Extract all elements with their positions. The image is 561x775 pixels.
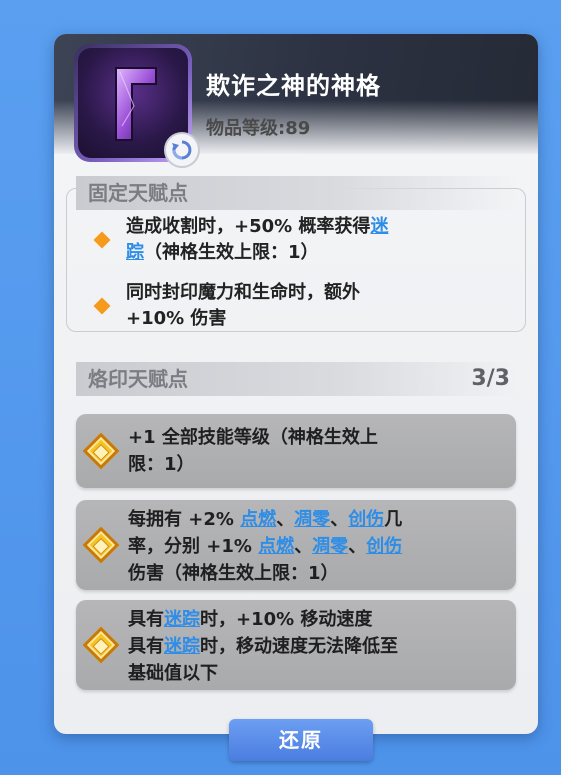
separator: 、 xyxy=(348,536,367,557)
fixed-talent-text: +10% 伤害 xyxy=(126,308,227,329)
link-chuangshang[interactable]: 创伤 xyxy=(348,509,384,530)
link-mizong[interactable]: 迷踪 xyxy=(164,636,200,657)
link-mizong[interactable]: 迷 xyxy=(370,216,388,237)
fixed-talent-text: 同时封印魔力和生命时，额外 xyxy=(126,282,360,303)
rune-line: 伤害（神格生效上限：1） xyxy=(128,563,339,584)
link-mizong[interactable]: 迷踪 xyxy=(164,609,200,630)
separator: 、 xyxy=(330,509,349,530)
rune-text: +1 全部技能等级（神格生效上 限：1） xyxy=(128,424,500,478)
item-glyph-icon xyxy=(115,67,157,141)
rune-line: 具有 xyxy=(128,636,164,657)
rune-line: 基础值以下 xyxy=(128,663,218,684)
link-dianran[interactable]: 点燃 xyxy=(240,509,276,530)
rune-talent-header: 烙印天赋点 3/3 xyxy=(76,362,516,396)
rune-line: 具有 xyxy=(128,609,164,630)
rune-line: 时，移动速度无法降低至 xyxy=(200,636,398,657)
fixed-talent-item-1: 造成收割时，+50% 概率获得迷 踪（神格生效上限：1） xyxy=(126,214,526,266)
link-diaoling[interactable]: 凋零 xyxy=(312,536,348,557)
link-diaoling[interactable]: 凋零 xyxy=(294,509,330,530)
item-tooltip-card: 欺诈之神的神格 物品等级:89 固定天赋点 造成收割时，+50% 概率获得迷 踪… xyxy=(54,34,538,734)
item-level: 物品等级:89 xyxy=(206,118,311,139)
rune-talent-title: 烙印天赋点 xyxy=(88,367,188,391)
link-chuangshang[interactable]: 创伤 xyxy=(366,536,402,557)
rune-card-1[interactable]: +1 全部技能等级（神格生效上 限：1） xyxy=(76,414,516,488)
rune-line: +1 全部技能等级（神格生效上 xyxy=(128,427,378,448)
fixed-talent-header: 固定天赋点 xyxy=(76,176,516,210)
gold-diamond-rune-icon xyxy=(82,526,120,564)
fixed-talent-item-2: 同时封印魔力和生命时，额外 +10% 伤害 xyxy=(126,280,526,332)
rune-text: 具有迷踪时，+10% 移动速度 具有迷踪时，移动速度无法降低至 基础值以下 xyxy=(128,606,500,687)
rune-line: 限：1） xyxy=(128,454,195,475)
rune-line: 每拥有 +2% xyxy=(128,509,241,530)
fixed-talent-text: 造成收割时，+50% 概率获得 xyxy=(126,216,371,237)
rune-line: 几 xyxy=(384,509,403,530)
rune-count: 3/3 xyxy=(471,366,510,391)
rune-line: 率，分别 +1% xyxy=(128,536,259,557)
restore-button[interactable]: 还原 xyxy=(229,719,373,761)
rune-text: 每拥有 +2% 点燃、凋零、创伤几 率，分别 +1% 点燃、凋零、创伤 伤害（神… xyxy=(128,506,500,587)
link-mizong-2[interactable]: 踪 xyxy=(126,242,144,263)
gold-diamond-rune-icon xyxy=(82,626,120,664)
gold-diamond-rune-icon xyxy=(82,432,120,470)
link-dianran[interactable]: 点燃 xyxy=(258,536,294,557)
fixed-talent-title: 固定天赋点 xyxy=(88,181,188,205)
separator: 、 xyxy=(276,509,295,530)
refresh-icon[interactable] xyxy=(164,132,200,168)
separator: 、 xyxy=(294,536,313,557)
rune-line: 时，+10% 移动速度 xyxy=(200,609,373,630)
fixed-talent-limit: （神格生效上限：1） xyxy=(144,242,319,263)
item-title: 欺诈之神的神格 xyxy=(206,72,381,100)
rune-card-3[interactable]: 具有迷踪时，+10% 移动速度 具有迷踪时，移动速度无法降低至 基础值以下 xyxy=(76,600,516,690)
rune-card-2[interactable]: 每拥有 +2% 点燃、凋零、创伤几 率，分别 +1% 点燃、凋零、创伤 伤害（神… xyxy=(76,500,516,590)
